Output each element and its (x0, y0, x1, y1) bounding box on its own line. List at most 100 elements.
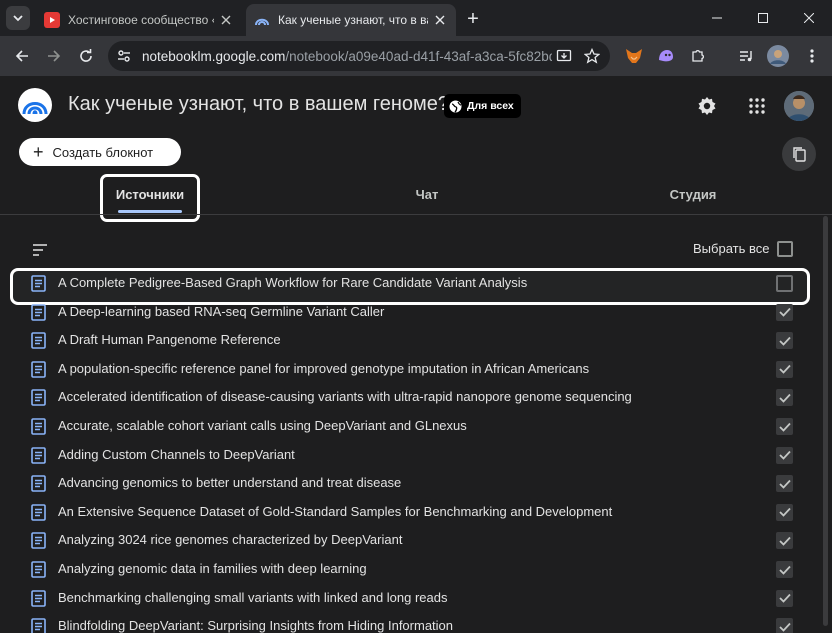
checkmark-icon (778, 307, 791, 317)
close-window-button[interactable] (786, 0, 832, 36)
site-settings-icon[interactable] (112, 44, 136, 68)
source-row[interactable]: A Draft Human Pangenome Reference (0, 326, 832, 355)
google-apps-button[interactable] (744, 93, 770, 119)
source-title: Benchmarking challenging small variants … (58, 589, 448, 605)
minimize-icon (712, 17, 722, 19)
source-row[interactable]: An Extensive Sequence Dataset of Gold-St… (0, 498, 832, 527)
checkmark-icon (778, 565, 791, 575)
source-row[interactable]: Blindfolding DeepVariant: Surprising Ins… (0, 612, 832, 633)
account-avatar[interactable] (784, 91, 814, 121)
source-checkbox[interactable] (776, 532, 793, 550)
create-notebook-label: Создать блокнот (52, 144, 154, 160)
source-title: Analyzing 3024 rice genomes characterize… (58, 532, 403, 548)
select-all-checkbox[interactable] (777, 241, 793, 257)
globe-icon (449, 100, 462, 113)
source-row[interactable]: Advancing genomics to better understand … (0, 469, 832, 498)
source-checkbox[interactable] (776, 332, 793, 350)
notebook-title[interactable]: Как ученые узнают, что в вашем геноме? (68, 93, 449, 116)
source-row[interactable]: Analyzing genomic data in families with … (0, 555, 832, 584)
source-checkbox[interactable] (776, 418, 793, 435)
red-play-favicon-icon (44, 12, 60, 28)
checkmark-icon (778, 393, 791, 403)
metamask-extension-icon[interactable] (622, 44, 646, 68)
document-icon (31, 532, 46, 550)
document-icon (31, 561, 46, 578)
source-checkbox[interactable] (776, 303, 793, 321)
back-button[interactable] (8, 42, 36, 70)
forward-button[interactable] (40, 42, 68, 70)
source-checkbox[interactable] (776, 446, 793, 464)
source-row[interactable]: Analyzing 3024 rice genomes characterize… (0, 526, 832, 555)
close-tab-icon[interactable] (218, 12, 234, 28)
star-icon (584, 48, 600, 64)
source-checkbox[interactable] (776, 561, 793, 578)
source-row[interactable]: Benchmarking challenging small variants … (0, 584, 832, 613)
close-icon (804, 13, 814, 23)
source-title: Blindfolding DeepVariant: Surprising Ins… (58, 618, 454, 633)
apps-grid-icon (749, 98, 765, 114)
source-row[interactable]: A Deep-learning based RNA-seq Germline V… (0, 298, 832, 327)
tab-chat[interactable]: Чат (377, 172, 477, 216)
tab-search-button[interactable] (6, 6, 30, 30)
source-checkbox[interactable] (776, 618, 793, 633)
sort-icon[interactable] (32, 243, 48, 257)
minimize-button[interactable] (694, 0, 740, 36)
source-row[interactable]: A population-specific reference panel fo… (0, 355, 832, 384)
document-icon (31, 275, 46, 292)
browser-tab-bar: Хостинговое сообщество «Tim Как ученые у… (0, 0, 832, 36)
reload-icon (80, 49, 92, 62)
document-icon (31, 589, 46, 607)
source-title: Advancing genomics to better understand … (58, 475, 402, 491)
install-app-button[interactable] (552, 44, 576, 68)
source-row[interactable]: Adding Custom Channels to DeepVariant (0, 441, 832, 470)
copy-button[interactable] (782, 137, 816, 171)
document-icon (31, 446, 46, 464)
tab-studio[interactable]: Студия (643, 172, 743, 216)
source-checkbox[interactable] (776, 475, 793, 493)
checkmark-icon (778, 479, 791, 489)
select-all-label: Выбрать все (693, 241, 770, 256)
source-row[interactable]: Accurate, scalable cohort variant calls … (0, 412, 832, 441)
document-icon (31, 503, 46, 521)
source-checkbox[interactable] (776, 503, 793, 521)
notebooklm-favicon-icon (254, 12, 270, 28)
address-bar[interactable]: notebooklm.google.com/notebook/a09e40ad-… (108, 41, 610, 71)
source-checkbox[interactable] (776, 360, 793, 378)
browser-tab-2-active[interactable]: Как ученые узнают, что в ваш (246, 4, 456, 36)
source-checkbox[interactable] (776, 589, 793, 607)
browser-tab-title: Хостинговое сообщество «Tim (68, 13, 214, 27)
media-playlist-icon[interactable] (734, 44, 758, 68)
arrow-right-icon (48, 50, 61, 62)
gear-icon (698, 97, 716, 115)
checkmark-icon (778, 336, 791, 346)
maximize-button[interactable] (740, 0, 786, 36)
reload-button[interactable] (72, 42, 100, 70)
document-icon (31, 618, 46, 633)
source-title: An Extensive Sequence Dataset of Gold-St… (58, 503, 613, 519)
notebooklm-logo-icon[interactable] (18, 88, 52, 122)
notebooklm-app: Как ученые узнают, что в вашем геноме? Д… (0, 76, 832, 633)
new-tab-button[interactable]: + (462, 8, 484, 30)
share-label: Для всех (467, 100, 514, 112)
bookmark-button[interactable] (580, 44, 604, 68)
source-checkbox[interactable] (776, 275, 793, 292)
checkmark-icon (778, 622, 791, 632)
source-row[interactable]: A Complete Pedigree-Based Graph Workflow… (0, 269, 832, 298)
settings-button[interactable] (694, 93, 720, 119)
plus-icon: + (33, 142, 44, 162)
source-title: Adding Custom Channels to DeepVariant (58, 446, 295, 462)
source-checkbox[interactable] (776, 389, 793, 407)
create-notebook-button[interactable]: + Создать блокнот (19, 138, 181, 166)
ghost-extension-icon[interactable] (654, 44, 678, 68)
checkmark-icon (778, 508, 791, 518)
source-title: A Deep-learning based RNA-seq Germline V… (58, 303, 385, 319)
share-button[interactable]: Для всех (444, 94, 521, 118)
scrollbar[interactable] (823, 216, 828, 626)
plus-icon: + (467, 7, 479, 30)
source-row[interactable]: Accelerated identification of disease-ca… (0, 383, 832, 412)
browser-menu-icon[interactable] (800, 44, 824, 68)
close-tab-icon[interactable] (432, 12, 448, 28)
extensions-puzzle-icon[interactable] (686, 44, 710, 68)
browser-tab-1[interactable]: Хостинговое сообщество «Tim (36, 4, 242, 36)
profile-avatar-icon[interactable] (766, 44, 790, 68)
